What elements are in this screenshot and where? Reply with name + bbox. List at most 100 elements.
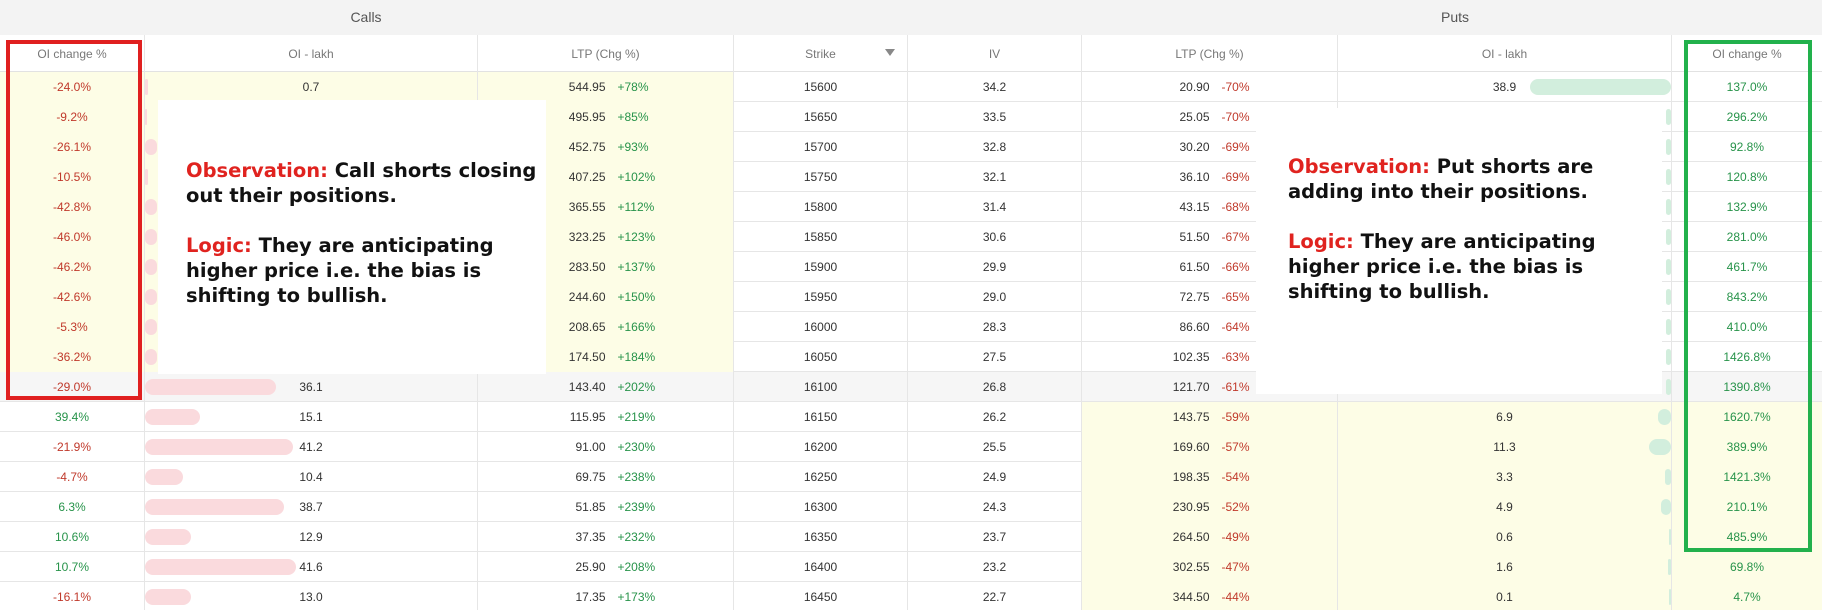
- sort-down-icon[interactable]: [885, 49, 895, 56]
- put-oi-value: 4.9: [1496, 500, 1513, 514]
- put-ltp-change: -47%: [1221, 560, 1250, 574]
- call-ltp-change: +93%: [617, 140, 649, 154]
- call-ltp-value: 37.35: [575, 530, 606, 544]
- put-ltp-header[interactable]: LTP (Chg %): [1082, 35, 1338, 72]
- option-row[interactable]: 10.7% 41.6 25.90 +208% 16400 23.2 302.55 -47% 1.…: [0, 552, 1822, 582]
- put-oi-bar: [1658, 409, 1671, 425]
- call-oi-cell: 36.1: [145, 372, 478, 402]
- call-ltp-change: +208%: [617, 560, 656, 574]
- put-ltp-change: -57%: [1221, 440, 1250, 454]
- call-oi-bar: [145, 409, 201, 425]
- iv-header[interactable]: IV: [908, 35, 1082, 72]
- call-oi-bar: [145, 529, 192, 545]
- put-oi-change-value: 69.8%: [1729, 560, 1765, 574]
- call-oi-value: 36.1: [299, 380, 323, 394]
- call-ltp-value: 407.25: [568, 170, 606, 184]
- strike-cell: 16350: [734, 522, 908, 552]
- strike-value: 16200: [803, 440, 838, 454]
- option-row[interactable]: 39.4% 15.1 115.95 +219% 16150 26.2 143.75 -59% 6…: [0, 402, 1822, 432]
- call-oi-bar: [145, 559, 296, 575]
- put-ltp-value: 25.05: [1179, 110, 1210, 124]
- strike-value: 16250: [803, 470, 838, 484]
- put-oi-bar: [1666, 229, 1671, 245]
- group-header-row: Calls Puts: [0, 0, 1822, 35]
- call-oi-value: 12.9: [299, 530, 323, 544]
- call-ltp-value: 115.95: [569, 410, 606, 424]
- iv-value: 26.8: [982, 380, 1007, 394]
- put-oi-header[interactable]: OI - lakh: [1338, 35, 1672, 72]
- put-ltp-value: 198.35: [1172, 470, 1210, 484]
- call-ltp-value: 17.35: [575, 590, 606, 604]
- call-oi-change-cell: -21.9%: [0, 432, 145, 462]
- option-row[interactable]: 6.3% 38.7 51.85 +239% 16300 24.3 230.95 -52% 4.9…: [0, 492, 1822, 522]
- call-oi-bar: [145, 289, 157, 305]
- call-ltp-change: +230%: [617, 440, 656, 454]
- call-oi-change-value: 39.4%: [54, 410, 90, 424]
- call-oi-value: 41.6: [299, 560, 323, 574]
- option-row[interactable]: -24.0% 0.7 544.95 +78% 15600 34.2 20.90 -70% 38.…: [0, 72, 1822, 102]
- option-row[interactable]: -16.1% 13.0 17.35 +173% 16450 22.7 344.50 -44% 0…: [0, 582, 1822, 610]
- strike-header[interactable]: Strike: [734, 35, 908, 72]
- iv-cell: 24.9: [908, 462, 1082, 492]
- call-ltp-value: 51.85: [575, 500, 606, 514]
- call-oi-bar: [145, 379, 276, 395]
- put-ltp-cell: 264.50 -49%: [1082, 522, 1338, 552]
- iv-cell: 27.5: [908, 342, 1082, 372]
- call-ltp-cell: 143.40 +202%: [478, 372, 734, 402]
- put-ltp-change: -54%: [1221, 470, 1250, 484]
- puts-logic: Logic: They are anticipating higher pric…: [1288, 229, 1662, 304]
- call-oi-bar: [145, 439, 293, 455]
- put-oi-bar: [1666, 289, 1671, 305]
- put-oi-change-value: 4.7%: [1733, 590, 1761, 604]
- call-oi-change-cell: 39.4%: [0, 402, 145, 432]
- iv-cell: 22.7: [908, 582, 1082, 610]
- call-oi-bar: [145, 589, 192, 605]
- iv-value: 28.3: [982, 320, 1007, 334]
- iv-value: 27.5: [982, 350, 1007, 364]
- strike-value: 16450: [803, 590, 838, 604]
- put-oi-bar: [1666, 379, 1671, 395]
- put-ltp-value: 121.70: [1172, 380, 1210, 394]
- put-ltp-value: 143.75: [1172, 410, 1210, 424]
- call-oi-header[interactable]: OI - lakh: [145, 35, 478, 72]
- put-oi-cell: 1.6: [1338, 552, 1672, 582]
- put-ltp-value: 72.75: [1179, 290, 1210, 304]
- put-ltp-value: 43.15: [1179, 200, 1210, 214]
- call-oi-change-value: -16.1%: [52, 590, 92, 604]
- call-ltp-header[interactable]: LTP (Chg %): [478, 35, 734, 72]
- calls-observation: Observation: Call shorts closing out the…: [186, 158, 546, 208]
- put-oi-bar: [1666, 319, 1671, 335]
- call-ltp-cell: 91.00 +230%: [478, 432, 734, 462]
- strike-cell: 15950: [734, 282, 908, 312]
- iv-value: 29.0: [982, 290, 1007, 304]
- option-row[interactable]: 10.6% 12.9 37.35 +232% 16350 23.7 264.50 -49% 0.…: [0, 522, 1822, 552]
- call-ltp-value: 544.95: [568, 80, 606, 94]
- iv-cell: 24.3: [908, 492, 1082, 522]
- option-row[interactable]: -4.7% 10.4 69.75 +238% 16250 24.9 198.35 -54% 3.…: [0, 462, 1822, 492]
- strike-value: 16400: [803, 560, 838, 574]
- call-oi-cell: 41.2: [145, 432, 478, 462]
- strike-cell: 16400: [734, 552, 908, 582]
- put-oi-cell: 0.6: [1338, 522, 1672, 552]
- option-row[interactable]: -21.9% 41.2 91.00 +230% 16200 25.5 169.60 -57% 1…: [0, 432, 1822, 462]
- iv-value: 23.2: [982, 560, 1007, 574]
- call-ltp-change: +137%: [617, 260, 656, 274]
- puts-oi-change-highlight: [1684, 40, 1812, 552]
- put-oi-value: 3.3: [1496, 470, 1513, 484]
- iv-value: 25.5: [982, 440, 1007, 454]
- strike-cell: 16250: [734, 462, 908, 492]
- iv-cell: 29.0: [908, 282, 1082, 312]
- call-oi-bar: [145, 109, 147, 125]
- put-oi-cell: 0.1: [1338, 582, 1672, 610]
- call-ltp-value: 323.25: [568, 230, 606, 244]
- call-oi-bar: [145, 259, 157, 275]
- call-ltp-value: 25.90: [575, 560, 606, 574]
- iv-value: 33.5: [982, 110, 1007, 124]
- put-oi-value: 1.6: [1496, 560, 1513, 574]
- strike-cell: 15650: [734, 102, 908, 132]
- put-ltp-value: 302.55: [1172, 560, 1210, 574]
- calls-observation-label: Observation:: [186, 159, 328, 182]
- call-oi-bar: [145, 139, 157, 155]
- put-oi-cell: 4.9: [1338, 492, 1672, 522]
- put-oi-cell: 3.3: [1338, 462, 1672, 492]
